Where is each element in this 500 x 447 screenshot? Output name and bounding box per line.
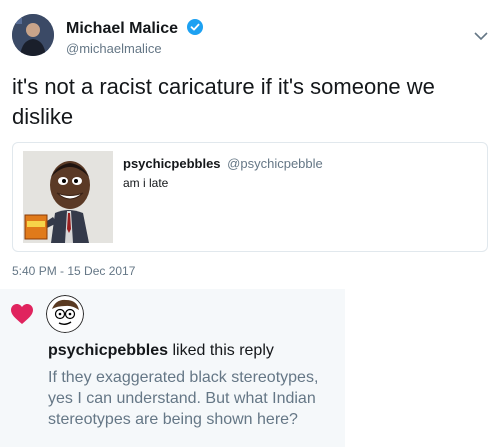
- tweet-text: it's not a racist caricature if it's som…: [12, 74, 435, 129]
- quoted-tweet-text: am i late: [123, 176, 169, 190]
- notification-action: liked this reply: [172, 342, 274, 359]
- notification-user[interactable]: psychicpebbles: [48, 342, 168, 359]
- verified-badge-icon: [186, 19, 203, 35]
- author-handle[interactable]: @michaelmalice: [66, 41, 162, 56]
- notification-user-avatar[interactable]: [46, 295, 84, 333]
- quoted-tweet-author[interactable]: psychicpebbles @psychicpebble: [123, 156, 323, 171]
- heart-icon: [10, 303, 34, 325]
- quoted-tweet-image: [23, 151, 113, 243]
- author-avatar[interactable]: [12, 14, 54, 56]
- tweet-timestamp[interactable]: 5:40 PM - 15 Dec 2017: [12, 264, 135, 278]
- quoted-author-handle: @psychicpebble: [227, 156, 323, 171]
- chevron-down-icon[interactable]: [474, 28, 488, 41]
- quoted-author-name: psychicpebbles: [123, 156, 221, 171]
- notification-line: psychicpebbles liked this reply: [48, 342, 274, 360]
- author-name[interactable]: Michael Malice: [66, 19, 203, 38]
- tweet-header: Michael Malice @michaelmalice: [12, 14, 488, 62]
- liked-reply-text[interactable]: If they exaggerated black stereotypes, y…: [48, 367, 340, 430]
- quoted-tweet-card[interactable]: psychicpebbles @psychicpebble am i late: [12, 142, 488, 252]
